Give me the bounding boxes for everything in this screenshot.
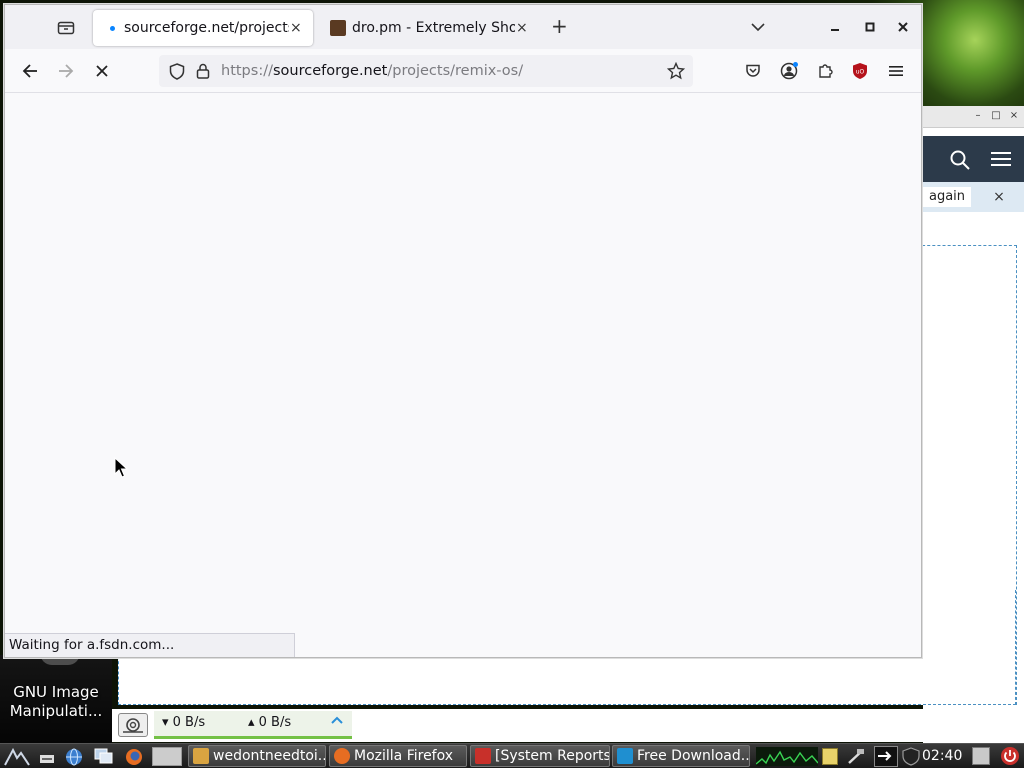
search-icon[interactable] [949,149,971,171]
bookmark-star-icon[interactable] [667,62,685,80]
network-icon[interactable] [846,747,866,766]
security-shield-icon[interactable] [902,747,920,766]
forward-button[interactable] [51,56,81,86]
tab-title: sourceforge.net/projects/remix-os/ [124,20,289,36]
task-label: wedontneedtoi... [213,748,326,764]
task-label: Free Download... [637,748,750,764]
close-button[interactable]: × [1007,109,1021,123]
status-panel: Waiting for a.fsdn.com... [5,633,295,657]
hamburger-menu-icon[interactable] [991,150,1011,168]
stop-loading-button[interactable] [87,56,117,86]
url-bar[interactable]: https://sourceforge.net/projects/remix-o… [159,55,693,87]
workspace-pager[interactable] [152,747,182,766]
account-icon[interactable] [774,56,804,86]
tab-close-button[interactable]: × [516,19,528,37]
warning-icon [475,748,491,764]
firefox-window: sourceforge.net/projects/remix-os/ × dro… [4,4,922,658]
window-maximize-button[interactable] [855,12,885,42]
task-label: Mozilla Firefox [354,748,454,764]
list-all-tabs-icon[interactable] [743,12,773,42]
desktop-shortcut-label: GNU Image Manipulati... [9,683,103,720]
tab-close-button[interactable]: × [290,19,302,37]
notice-text[interactable]: again [923,187,972,207]
loading-dot-icon [110,26,115,31]
mouse-cursor-icon [114,457,130,479]
taskbar-task-system-reports[interactable]: [System Reports] [470,745,610,767]
navigation-toolbar: https://sourceforge.net/projects/remix-o… [5,49,921,93]
clipboard-manager-icon[interactable] [822,748,838,765]
tracking-protection-shield-icon[interactable] [169,63,185,80]
url-text[interactable]: https://sourceforge.net/projects/remix-o… [221,62,523,80]
desktop-shortcut-gimp[interactable]: GNU Image Manipulati... [0,653,112,743]
file-manager-icon [193,748,209,764]
start-menu-icon[interactable] [4,747,30,766]
url-host: sourceforge.net [272,63,388,79]
taskbar-task-firefox[interactable]: Mozilla Firefox [329,745,467,767]
page-content-area[interactable] [5,94,921,657]
chevron-up-icon[interactable] [330,713,344,727]
tab-title: dro.pm - Extremely Short URLs [352,20,515,36]
background-window-titlebar[interactable]: – □ × [923,106,1024,128]
window-minimize-button[interactable] [820,12,850,42]
download-icon [617,748,633,764]
clock[interactable]: 02:40 [922,745,962,767]
show-desktop-icon[interactable] [38,747,58,766]
window-switcher-icon[interactable] [94,747,114,766]
new-tab-button[interactable]: + [551,16,568,36]
cpu-monitor-graph[interactable] [756,747,818,766]
notice-close-button[interactable]: × [989,187,1009,207]
maximize-button[interactable]: □ [989,109,1003,123]
task-label: [System Reports] [495,748,610,764]
snail-icon[interactable] [118,713,148,737]
taskbar-task-free-download[interactable]: Free Download... [612,745,750,767]
taskbar-task-file-manager[interactable]: wedontneedtoi... [188,745,326,767]
firefox-launcher-icon[interactable] [124,747,144,766]
tab-sourceforge[interactable]: sourceforge.net/projects/remix-os/ × [93,10,313,46]
notice-banner: again × [923,182,1024,212]
web-browser-globe-icon[interactable] [64,747,84,766]
svg-text:uO: uO [856,69,865,76]
window-close-button[interactable] [888,12,918,42]
tab-dro-pm[interactable]: dro.pm - Extremely Short URLs × [319,10,539,46]
minimize-button[interactable]: – [971,109,985,123]
taskbar: wedontneedtoi... Mozilla Firefox [System… [0,743,1024,768]
task-manager-icon[interactable] [874,746,898,767]
back-button[interactable] [15,56,45,86]
power-icon[interactable] [1000,746,1020,766]
dro-pm-favicon-icon [330,20,346,36]
download-speed: ▾ 0 B/s [162,715,206,730]
firefox-view-icon[interactable] [51,12,81,42]
extensions-puzzle-icon[interactable] [810,56,840,86]
url-path: /projects/remix-os/ [387,63,524,79]
volume-icon[interactable] [972,747,990,765]
firefox-icon [334,748,350,764]
speed-panel[interactable]: ▾ 0 B/s ▴ 0 B/s [154,711,352,739]
download-speed-bar: ▾ 0 B/s ▴ 0 B/s [112,709,1024,742]
site-header [923,136,1024,186]
ublock-origin-icon[interactable]: uO [845,56,875,86]
lock-icon[interactable] [196,63,210,79]
pocket-icon[interactable] [738,56,768,86]
app-menu-icon[interactable] [881,56,911,86]
url-scheme: https:// [221,63,273,79]
tab-strip: sourceforge.net/projects/remix-os/ × dro… [5,5,921,49]
upload-speed: ▴ 0 B/s [248,715,292,730]
